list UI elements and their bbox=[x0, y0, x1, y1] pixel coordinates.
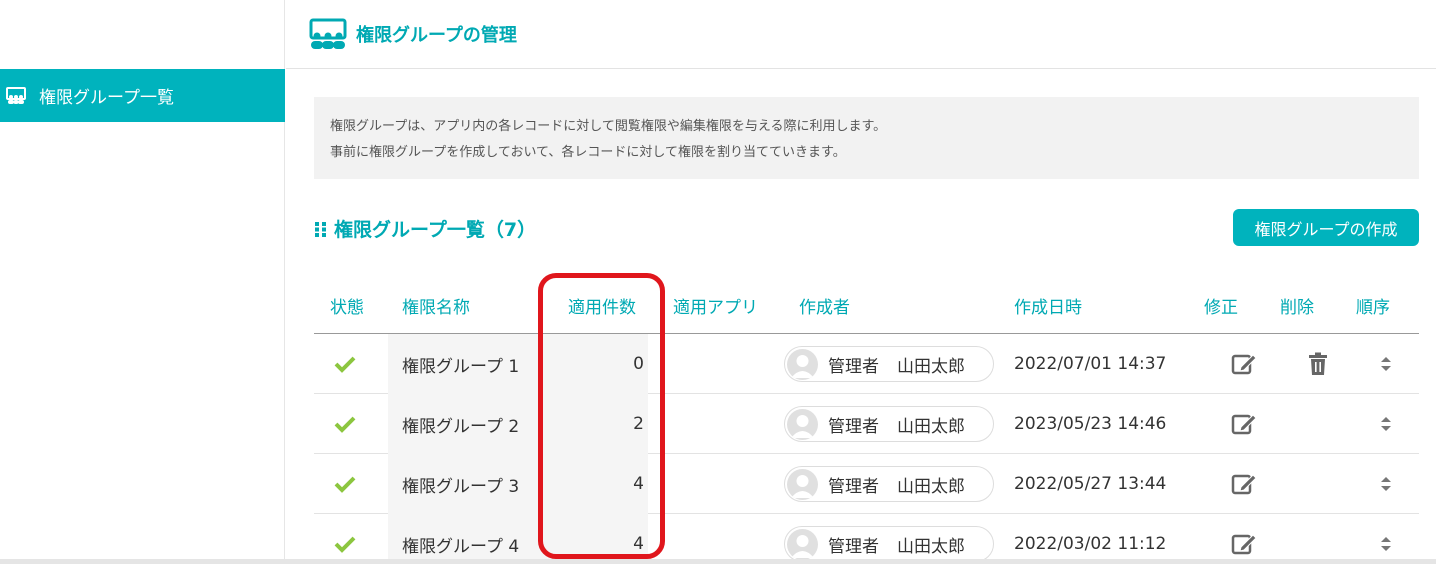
main-content: 権限グループの管理 権限グループは、アプリ内の各レコードに対して閲覧権限や編集権… bbox=[286, 0, 1436, 564]
creator-chip: 管理者 山田太郎 bbox=[784, 346, 994, 382]
column-header-status: 状態 bbox=[330, 298, 364, 318]
group-name[interactable]: 権限グループ 1 bbox=[402, 334, 519, 394]
table-row: 権限グループ 3 4 管理者 山田太郎 2022/05/27 13:44 bbox=[314, 454, 1419, 514]
column-header-delete: 削除 bbox=[1280, 298, 1314, 318]
user-avatar-icon bbox=[787, 348, 818, 380]
notice-line-1: 権限グループは、アプリ内の各レコードに対して閲覧権限や編集権限を与える際に利用し… bbox=[330, 119, 887, 134]
table-row: 権限グループ 1 0 管理者 山田太郎 2022/07/01 14:37 bbox=[314, 334, 1419, 394]
sidebar-item-label: 権限グループ一覧 bbox=[39, 88, 174, 108]
sort-icon[interactable] bbox=[1380, 334, 1394, 394]
edit-icon[interactable] bbox=[1231, 454, 1257, 514]
user-avatar-icon bbox=[787, 408, 818, 440]
horizontal-scrollbar[interactable] bbox=[0, 559, 1436, 564]
group-name[interactable]: 権限グループ 2 bbox=[402, 394, 519, 454]
created-at: 2023/05/23 14:46 bbox=[1014, 414, 1167, 434]
created-at: 2022/03/02 11:12 bbox=[1014, 534, 1167, 554]
creator-role: 管理者 bbox=[828, 416, 879, 437]
created-at: 2022/05/27 13:44 bbox=[1014, 474, 1167, 494]
group-name[interactable]: 権限グループ 4 bbox=[402, 514, 519, 564]
notice-line-2: 事前に権限グループを作成しておいて、各レコードに対して権限を割り当てていきます。 bbox=[330, 145, 846, 160]
check-icon bbox=[334, 514, 360, 564]
creator-role: 管理者 bbox=[828, 356, 879, 377]
column-header-name[interactable]: 権限名称 bbox=[402, 293, 470, 318]
column-header-app[interactable]: 適用アプリ bbox=[673, 293, 758, 318]
check-icon bbox=[334, 334, 360, 394]
table-row: 権限グループ 2 2 管理者 山田太郎 2023/05/23 14:46 bbox=[314, 394, 1419, 454]
edit-icon[interactable] bbox=[1231, 394, 1257, 454]
creator-name: 山田太郎 bbox=[897, 476, 965, 497]
sort-icon[interactable] bbox=[1380, 394, 1394, 454]
creator-name: 山田太郎 bbox=[897, 356, 965, 377]
column-header-order: 順序 bbox=[1356, 298, 1390, 318]
group-name[interactable]: 権限グループ 3 bbox=[402, 454, 519, 514]
user-avatar-icon bbox=[787, 468, 818, 500]
info-notice: 権限グループは、アプリ内の各レコードに対して閲覧権限や編集権限を与える際に利用し… bbox=[314, 97, 1419, 179]
section-title-text: 権限グループ一覧（7） bbox=[334, 219, 537, 241]
creator-name: 山田太郎 bbox=[897, 416, 965, 437]
column-header-creator[interactable]: 作成者 bbox=[799, 293, 850, 318]
edit-icon[interactable] bbox=[1231, 514, 1257, 564]
creator-role: 管理者 bbox=[828, 476, 879, 497]
creator-role: 管理者 bbox=[828, 536, 879, 557]
group-icon bbox=[308, 18, 348, 50]
count-column-highlight bbox=[538, 273, 665, 559]
sidebar-item-group-list[interactable]: 権限グループ一覧 bbox=[0, 69, 285, 122]
grid-dots-icon bbox=[314, 221, 328, 237]
section-title: 権限グループ一覧（7） bbox=[314, 215, 536, 242]
app: 権限グループ一覧 権限グループの管理 権限グループは、アプリ内の各レコードに対し… bbox=[0, 0, 1436, 564]
sort-icon[interactable] bbox=[1380, 454, 1394, 514]
sort-icon[interactable] bbox=[1380, 514, 1394, 564]
created-at: 2022/07/01 14:37 bbox=[1014, 354, 1167, 374]
create-group-button[interactable]: 権限グループの作成 bbox=[1233, 209, 1419, 246]
edit-icon[interactable] bbox=[1231, 334, 1257, 394]
sidebar: 権限グループ一覧 bbox=[0, 0, 285, 564]
page-title: 権限グループの管理 bbox=[356, 25, 517, 46]
creator-chip: 管理者 山田太郎 bbox=[784, 466, 994, 502]
group-icon bbox=[6, 86, 26, 105]
creator-chip: 管理者 山田太郎 bbox=[784, 406, 994, 442]
check-icon bbox=[334, 394, 360, 454]
column-header-created-at[interactable]: 作成日時 bbox=[1014, 293, 1082, 318]
user-avatar-icon bbox=[787, 528, 818, 560]
table-row: 権限グループ 4 4 管理者 山田太郎 2022/03/02 11:12 bbox=[314, 514, 1419, 564]
check-icon bbox=[334, 454, 360, 514]
creator-name: 山田太郎 bbox=[897, 536, 965, 557]
trash-icon[interactable] bbox=[1308, 334, 1330, 394]
page-header: 権限グループの管理 bbox=[286, 0, 1436, 69]
column-header-edit: 修正 bbox=[1204, 298, 1238, 318]
creator-chip: 管理者 山田太郎 bbox=[784, 526, 994, 562]
